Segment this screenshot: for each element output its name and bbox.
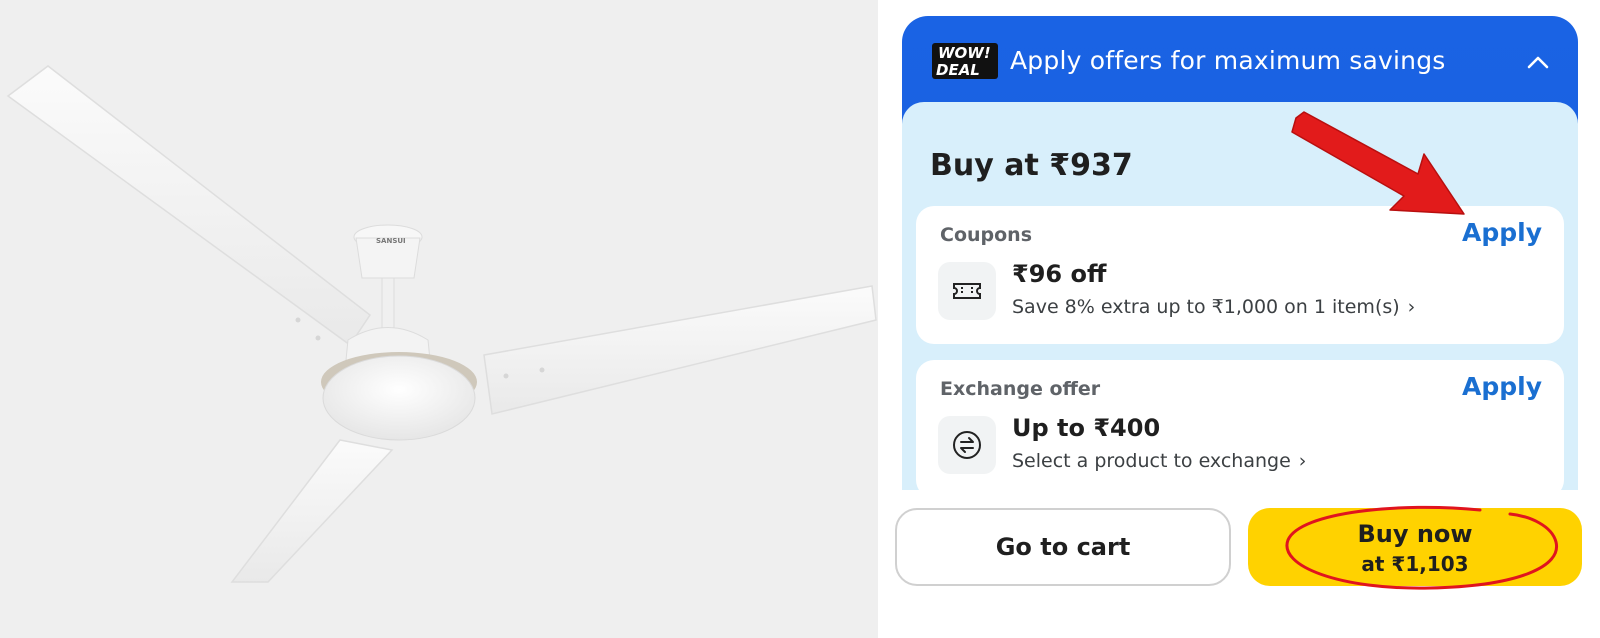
coupon-icon-box	[938, 262, 996, 320]
chevron-right-icon: ›	[1298, 450, 1307, 472]
exchange-offer-label: Exchange offer	[940, 378, 1101, 400]
exchange-offer-amount: Up to ₹400	[1012, 414, 1161, 442]
coupon-offer-card[interactable]: Coupons Apply ₹96 off Save 8% extra up t…	[916, 206, 1564, 344]
exchange-icon-box	[938, 416, 996, 474]
svg-text:DEAL: DEAL	[936, 61, 980, 79]
coupon-apply-button[interactable]: Apply	[1462, 218, 1542, 247]
svg-text:WOW!: WOW!	[938, 44, 991, 62]
exchange-apply-button[interactable]: Apply	[1462, 372, 1542, 401]
product-image: SANSUI	[0, 0, 878, 638]
coupon-offer-description[interactable]: Save 8% extra up to ₹1,000 on 1 item(s) ›	[1012, 296, 1415, 318]
exchange-offer-card[interactable]: Exchange offer Apply Up to ₹400 Select a…	[916, 360, 1564, 490]
go-to-cart-label: Go to cart	[995, 533, 1131, 561]
fan-blade-right	[483, 285, 877, 415]
chevron-right-icon: ›	[1407, 296, 1416, 318]
exchange-offer-description-text: Select a product to exchange	[1012, 450, 1291, 472]
coupon-offer-amount: ₹96 off	[1012, 260, 1107, 288]
fan-blade-left	[6, 65, 372, 347]
effective-price: Buy at ₹937	[930, 148, 1133, 183]
fan-blade-bottom	[230, 439, 394, 583]
offers-panel: WOW! DEAL Apply offers for maximum savin…	[902, 16, 1578, 490]
coupon-ticket-icon	[953, 283, 981, 299]
red-arrow-annotation	[1291, 111, 1465, 215]
ceiling-fan-illustration: SANSUI	[6, 65, 877, 583]
chevron-up-icon[interactable]	[1526, 54, 1550, 70]
go-to-cart-button[interactable]: Go to cart	[895, 508, 1231, 586]
red-circle-annotation	[1285, 505, 1559, 590]
offers-panel-title: Apply offers for maximum savings	[1010, 46, 1446, 75]
offers-panel-header[interactable]: WOW! DEAL Apply offers for maximum savin…	[902, 16, 1578, 106]
coupon-offer-description-text: Save 8% extra up to ₹1,000 on 1 item(s)	[1012, 296, 1400, 318]
coupon-offer-label: Coupons	[940, 224, 1033, 246]
exchange-offer-description[interactable]: Select a product to exchange ›	[1012, 450, 1306, 472]
wow-deal-badge-icon: WOW! DEAL	[932, 43, 998, 79]
fan-brand-text: SANSUI	[376, 237, 406, 245]
exchange-arrows-icon	[953, 431, 981, 459]
